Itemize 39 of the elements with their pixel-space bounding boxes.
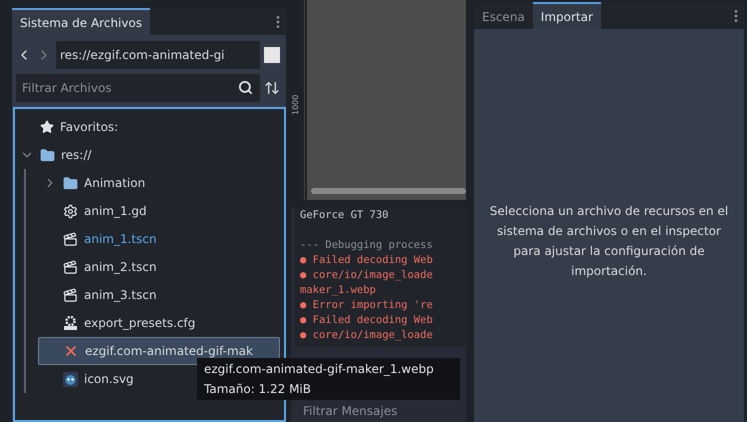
clapperboard-icon bbox=[63, 288, 78, 302]
file-tree-item[interactable]: anim_1.gd bbox=[38, 197, 280, 225]
import-hint: Selecciona un archivo de recursos en el sistema de archivos o en el inspector para ajustar la configuración de importación. bbox=[489, 203, 729, 280]
clapperboard-icon bbox=[63, 260, 78, 274]
filter-field[interactable]: Filtrar Mensajes bbox=[295, 402, 466, 420]
file-tree-item[interactable]: Animation bbox=[38, 169, 280, 197]
file-tree-item[interactable]: anim_1.tscn bbox=[38, 225, 280, 253]
path-field[interactable]: res://ezgif.com-animated-gi bbox=[56, 41, 260, 69]
star-icon bbox=[40, 120, 54, 134]
search-icon bbox=[238, 80, 253, 95]
gear-text-icon bbox=[63, 316, 78, 330]
folder-icon bbox=[40, 148, 55, 162]
tooltip-text: Tamaño: 1.22 MiB bbox=[204, 381, 312, 398]
panel-tab[interactable]: Importar bbox=[532, 2, 601, 29]
log-line: ● core/io/image_loade bbox=[300, 328, 434, 343]
file-tree-item[interactable]: res:// bbox=[15, 141, 280, 169]
scrollbar[interactable] bbox=[311, 188, 466, 194]
log-line: ● Failed decoding Web bbox=[300, 253, 434, 268]
file-tree-item[interactable]: anim_3.tscn bbox=[38, 281, 280, 309]
gear-icon bbox=[63, 204, 78, 218]
folder-icon bbox=[63, 176, 78, 190]
panel-tab[interactable]: Sistema de Archivos bbox=[12, 8, 150, 35]
ruler-label: 1000 bbox=[291, 94, 300, 115]
file-tree-item[interactable]: export_presets.cfg bbox=[38, 309, 280, 337]
filter-field[interactable]: Filtrar Archivos bbox=[16, 74, 260, 102]
log-line: GeForce GT 730 bbox=[300, 208, 390, 223]
clapperboard-icon bbox=[63, 232, 78, 246]
file-tree-item[interactable]: Favoritos: bbox=[15, 113, 280, 141]
log-line: ● Error importing 're bbox=[300, 298, 434, 313]
file-tree-item[interactable]: ezgif.com-animated-gif-mak bbox=[38, 337, 280, 365]
file-tree-item[interactable]: anim_2.tscn bbox=[38, 253, 280, 281]
log-line: maker_1.webp bbox=[300, 283, 377, 298]
log-line: ● Failed decoding Web bbox=[300, 313, 434, 328]
panel-tab[interactable]: Escena bbox=[474, 2, 533, 29]
log-line: ● core/io/image_loade bbox=[300, 268, 434, 283]
log-line: --- Debugging process bbox=[300, 238, 434, 253]
sort-icon[interactable] bbox=[264, 80, 280, 96]
toggle-icon[interactable] bbox=[264, 47, 280, 63]
close-icon bbox=[63, 343, 79, 359]
